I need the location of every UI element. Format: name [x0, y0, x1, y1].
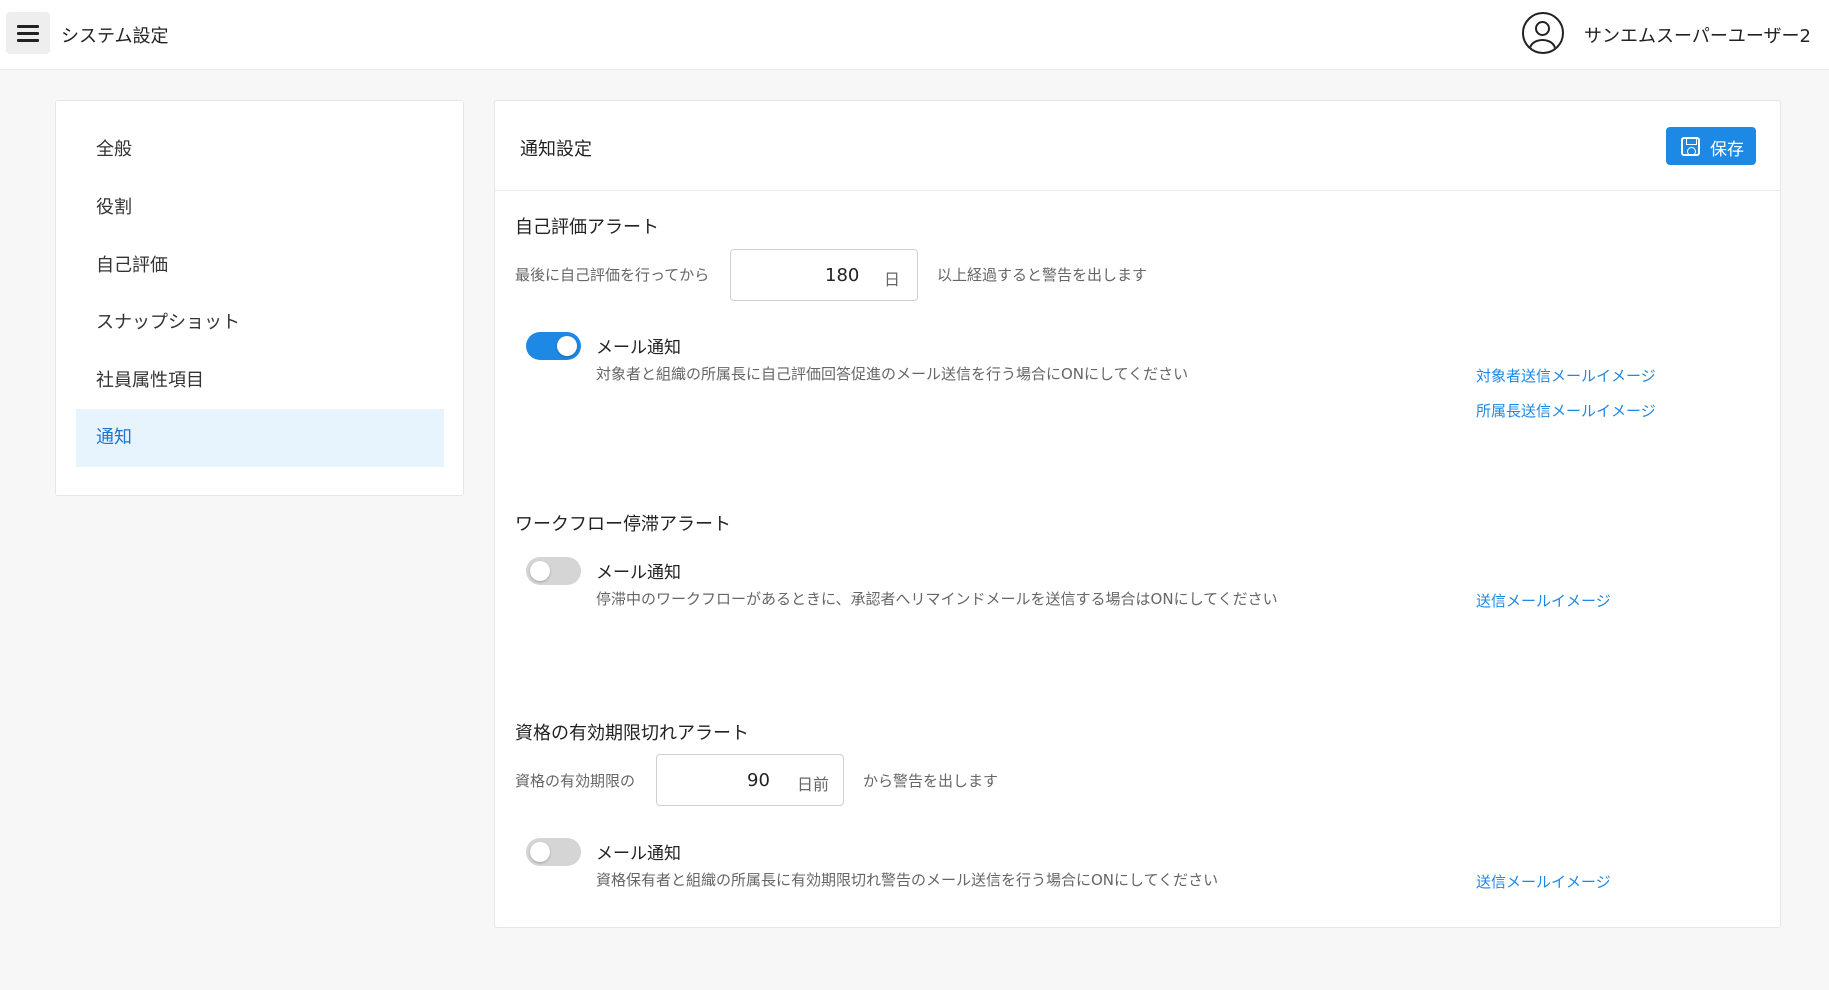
self-eval-days-unit: 日	[884, 270, 901, 289]
license-mail-desc: 資格保有者と組織の所属長に有効期限切れ警告のメール送信を行う場合にONにしてくだ…	[596, 871, 1219, 889]
self-eval-mail-desc: 対象者と組織の所属長に自己評価回答促進のメール送信を行う場合にONにしてください	[596, 365, 1189, 383]
sidebar-item-general[interactable]: 全般	[76, 121, 444, 179]
license-days-input[interactable]: 90 日前	[656, 754, 844, 806]
hamburger-icon[interactable]	[6, 12, 50, 54]
sidebar-item-employee-attributes[interactable]: 社員属性項目	[76, 352, 444, 410]
panel-title: 通知設定	[520, 139, 592, 160]
user-name[interactable]: サンエムスーパーユーザー2	[1584, 22, 1811, 48]
self-eval-mail-label: メール通知	[596, 338, 681, 358]
license-mail-preview-link[interactable]: 送信メールイメージ	[1476, 871, 1611, 892]
workflow-mail-desc: 停滞中のワークフローがあるときに、承認者へリマインドメールを送信する場合はONに…	[596, 590, 1278, 608]
settings-sidebar: 全般 役割 自己評価 スナップショット 社員属性項目 通知	[55, 100, 464, 496]
manager-mail-preview-link[interactable]: 所属長送信メールイメージ	[1476, 400, 1656, 421]
license-days-value: 90	[747, 770, 770, 791]
workflow-mail-toggle[interactable]	[526, 557, 581, 585]
notification-settings-panel: 通知設定 保存 自己評価アラート 最後に自己評価を行ってから 180 日 以上経…	[494, 100, 1781, 928]
license-mail-toggle[interactable]	[526, 838, 581, 866]
floppy-disk-icon	[1681, 137, 1700, 156]
self-eval-days-input[interactable]: 180 日	[730, 249, 918, 301]
license-alert-title: 資格の有効期限切れアラート	[515, 723, 749, 744]
license-prefix: 資格の有効期限の	[515, 772, 636, 790]
sidebar-item-notifications[interactable]: 通知	[76, 409, 444, 467]
license-mail-label: メール通知	[596, 844, 681, 864]
license-days-unit: 日前	[797, 775, 830, 794]
sidebar-item-roles[interactable]: 役割	[76, 179, 444, 237]
self-eval-mail-toggle[interactable]	[526, 332, 581, 360]
save-button[interactable]: 保存	[1666, 127, 1756, 165]
self-eval-prefix: 最後に自己評価を行ってから	[515, 266, 710, 284]
sidebar-item-self-evaluation[interactable]: 自己評価	[76, 237, 444, 295]
app-title: システム設定	[61, 26, 169, 47]
license-suffix: から警告を出します	[863, 772, 999, 790]
workflow-mail-label: メール通知	[596, 563, 681, 583]
save-button-label: 保存	[1710, 140, 1744, 160]
target-mail-preview-link[interactable]: 対象者送信メールイメージ	[1476, 365, 1656, 386]
self-eval-suffix: 以上経過すると警告を出します	[937, 266, 1148, 284]
user-circle-icon[interactable]	[1522, 12, 1564, 54]
self-eval-days-value: 180	[825, 265, 860, 286]
top-app-bar: システム設定 サンエムスーパーユーザー2	[0, 0, 1829, 70]
workflow-alert-title: ワークフロー停滞アラート	[515, 514, 731, 535]
workflow-mail-preview-link[interactable]: 送信メールイメージ	[1476, 590, 1611, 611]
sidebar-item-snapshot[interactable]: スナップショット	[76, 294, 444, 352]
panel-header: 通知設定 保存	[495, 101, 1780, 191]
self-eval-alert-title: 自己評価アラート	[515, 217, 659, 238]
